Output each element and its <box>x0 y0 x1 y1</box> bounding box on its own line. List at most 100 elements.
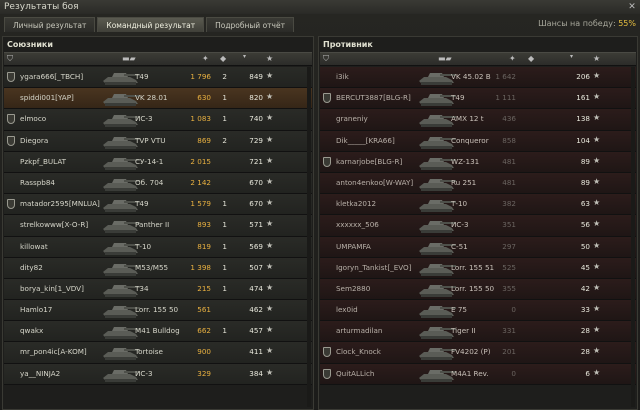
table-row[interactable]: UMPAMFA С-51 297 50 ★ <box>320 236 636 258</box>
table-row[interactable]: qwakx M41 Bulldog 662 1 457 ★ <box>4 321 312 343</box>
table-row[interactable]: Diegora TVP VTU 869 2 729 ★ <box>4 130 312 152</box>
tank-silhouette-icon[interactable]: ▬▰ <box>438 54 452 63</box>
tab-team-result[interactable]: Командный результат <box>97 17 205 32</box>
sort-chevron-icon[interactable]: ▾ <box>243 53 246 60</box>
table-row[interactable]: Sem2880 Lorr. 155 50 355 42 ★ <box>320 278 636 301</box>
table-row[interactable]: spiddi001[YAP] VK 28.01 630 1 820 ★ <box>4 88 312 110</box>
star-icon: ★ <box>593 71 601 80</box>
tank-name: Tiger II <box>451 326 476 336</box>
close-icon[interactable]: ✕ <box>627 2 637 12</box>
table-row[interactable]: dity82 M53/M55 1 398 1 507 ★ <box>4 257 312 279</box>
clan-shield-icon[interactable]: ⛉ <box>323 54 329 64</box>
tab-detailed-report[interactable]: Подробный отчёт <box>206 17 294 32</box>
player-name: BERCUT3887[BLG-R] <box>336 93 411 103</box>
kills-value: 1 <box>222 114 227 124</box>
allies-panel: Союзники ⛉ ▬▰ ✦ ◆ ▾ ★ ygara666[_TBCH] T49… <box>2 36 314 410</box>
tank-name: Т-10 <box>451 199 468 209</box>
table-row[interactable]: ya__NINJA2 ИС-3 329 384 ★ <box>4 363 312 385</box>
xp-value: 56 <box>580 220 590 230</box>
table-row[interactable]: killowat Т-10 819 1 569 ★ <box>4 236 312 258</box>
kills-icon[interactable]: ◆ <box>528 54 534 63</box>
player-name: Clock_Knock <box>336 347 381 357</box>
table-row[interactable]: matador2595[MNLUA] T49 1 579 1 670 ★ <box>4 194 312 216</box>
tank-name: T49 <box>451 93 465 103</box>
table-row[interactable]: borya_kin[1_VDV] T34 215 1 474 ★ <box>4 278 312 301</box>
player-name: QuitALLich <box>336 368 375 378</box>
window-titlebar: Результаты боя ✕ <box>0 0 640 14</box>
allies-list: ygara666[_TBCH] T49 1 796 2 849 ★ spiddi001[YA… <box>4 67 312 385</box>
table-row[interactable]: Igoryn_Tankist[_EVO] Lorr. 155 51 525 45 ★ <box>320 257 636 279</box>
damage-value: 2 015 <box>190 156 211 166</box>
table-row[interactable]: mr_pon4ic[A-KOM] Tortoise 900 411 ★ <box>4 342 312 364</box>
clan-shield-icon <box>323 156 331 167</box>
xp-value: 384 <box>249 368 263 378</box>
damage-value: 0 <box>511 305 516 315</box>
kills-value: 2 <box>222 72 227 81</box>
table-row[interactable]: i3ik VK 45.02 B 1 642 206 ★ <box>320 67 636 89</box>
win-chance-label: Шансы на победу: <box>538 19 619 28</box>
player-name: dity82 <box>20 262 43 272</box>
clan-shield-icon[interactable]: ⛉ <box>7 54 13 64</box>
battle-results-window: Результаты боя ✕ Личный результат Команд… <box>0 0 640 410</box>
damage-value: 1 083 <box>190 114 211 124</box>
damage-value: 2 142 <box>190 177 211 187</box>
allies-scrollbar[interactable] <box>307 67 311 407</box>
table-row[interactable]: lex0id E 75 0 33 ★ <box>320 300 636 322</box>
damage-icon[interactable]: ✦ <box>202 54 209 63</box>
xp-value: 740 <box>249 114 263 124</box>
player-name: qwakx <box>20 326 44 336</box>
table-row[interactable]: karnarjobe[BLG-R] WZ-131 481 89 ★ <box>320 151 636 173</box>
table-row[interactable]: strelkowww[X-O-R] Panther II 893 1 571 ★ <box>4 215 312 237</box>
table-row[interactable]: arturmadilan Tiger II 331 28 ★ <box>320 321 636 343</box>
damage-value: 662 <box>197 326 211 336</box>
star-icon: ★ <box>266 176 274 186</box>
player-name: graneniy <box>336 114 368 124</box>
table-row[interactable]: Pzkpf_BULAT СУ-14-1 2 015 721 ★ <box>4 151 312 173</box>
tank-name: M53/M55 <box>135 262 169 272</box>
star-icon[interactable]: ★ <box>593 54 600 63</box>
table-row[interactable]: Clock_Knock FV4202 (P) 201 28 ★ <box>320 342 636 364</box>
star-icon[interactable]: ★ <box>266 54 273 63</box>
enemies-scrollbar[interactable] <box>631 67 635 407</box>
tab-personal-result[interactable]: Личный результат <box>4 17 96 32</box>
star-icon: ★ <box>266 325 274 335</box>
xp-value: 849 <box>249 72 263 81</box>
table-row[interactable]: Hamlo17 Lorr. 155 50 561 462 ★ <box>4 300 312 322</box>
tank-silhouette-icon[interactable]: ▬▰ <box>122 54 136 63</box>
tank-name: ИС-3 <box>135 114 153 124</box>
star-icon: ★ <box>266 304 274 314</box>
player-name: i3ik <box>336 72 349 81</box>
results-tabs: Личный результат Командный результат Под… <box>4 17 294 32</box>
table-row[interactable]: xxxxxx_506 ИС-3 351 56 ★ <box>320 215 636 237</box>
xp-value: 411 <box>249 347 263 357</box>
damage-value: 858 <box>502 135 516 145</box>
sort-chevron-icon[interactable]: ▾ <box>570 53 573 60</box>
player-name: Igoryn_Tankist[_EVO] <box>336 262 412 272</box>
player-name: Sem2880 <box>336 283 371 293</box>
table-row[interactable]: ygara666[_TBCH] T49 1 796 2 849 ★ <box>4 67 312 89</box>
table-row[interactable]: BERCUT3887[BLG-R] T49 1 111 161 ★ <box>320 88 636 110</box>
damage-icon[interactable]: ✦ <box>509 54 516 63</box>
player-name: UMPAMFA <box>336 241 371 251</box>
damage-value: 1 111 <box>495 93 516 103</box>
damage-value: 630 <box>197 93 211 103</box>
kills-value: 1 <box>222 326 227 336</box>
enemies-panel: Противник ⛉ ▬▰ ✦ ◆ ▾ ★ i3ik VK 45.02 B 1 6… <box>318 36 638 410</box>
clan-shield-icon <box>7 199 15 210</box>
xp-value: 28 <box>580 347 590 357</box>
clan-shield-icon <box>7 135 15 146</box>
tank-name: СУ-14-1 <box>135 156 164 166</box>
star-icon: ★ <box>266 261 274 271</box>
kills-icon[interactable]: ◆ <box>220 54 226 63</box>
table-row[interactable]: kletka2012 Т-10 382 63 ★ <box>320 194 636 216</box>
damage-value: 1 796 <box>190 72 211 81</box>
table-row[interactable]: Rasspb84 Об. 704 2 142 670 ★ <box>4 172 312 195</box>
table-row[interactable]: anton4enkoo[W-WAY] Ru 251 481 89 ★ <box>320 172 636 195</box>
table-row[interactable]: Dik_____[KRA66] Conqueror 858 104 ★ <box>320 130 636 152</box>
table-row[interactable]: QuitALLich M4A1 Rev. 0 6 ★ <box>320 363 636 385</box>
tank-name: Conqueror <box>451 135 489 145</box>
damage-value: 0 <box>511 368 516 378</box>
clan-shield-icon <box>7 72 15 82</box>
table-row[interactable]: elmoco ИС-3 1 083 1 740 ★ <box>4 109 312 131</box>
table-row[interactable]: graneniy AMX 12 t 436 138 ★ <box>320 109 636 131</box>
